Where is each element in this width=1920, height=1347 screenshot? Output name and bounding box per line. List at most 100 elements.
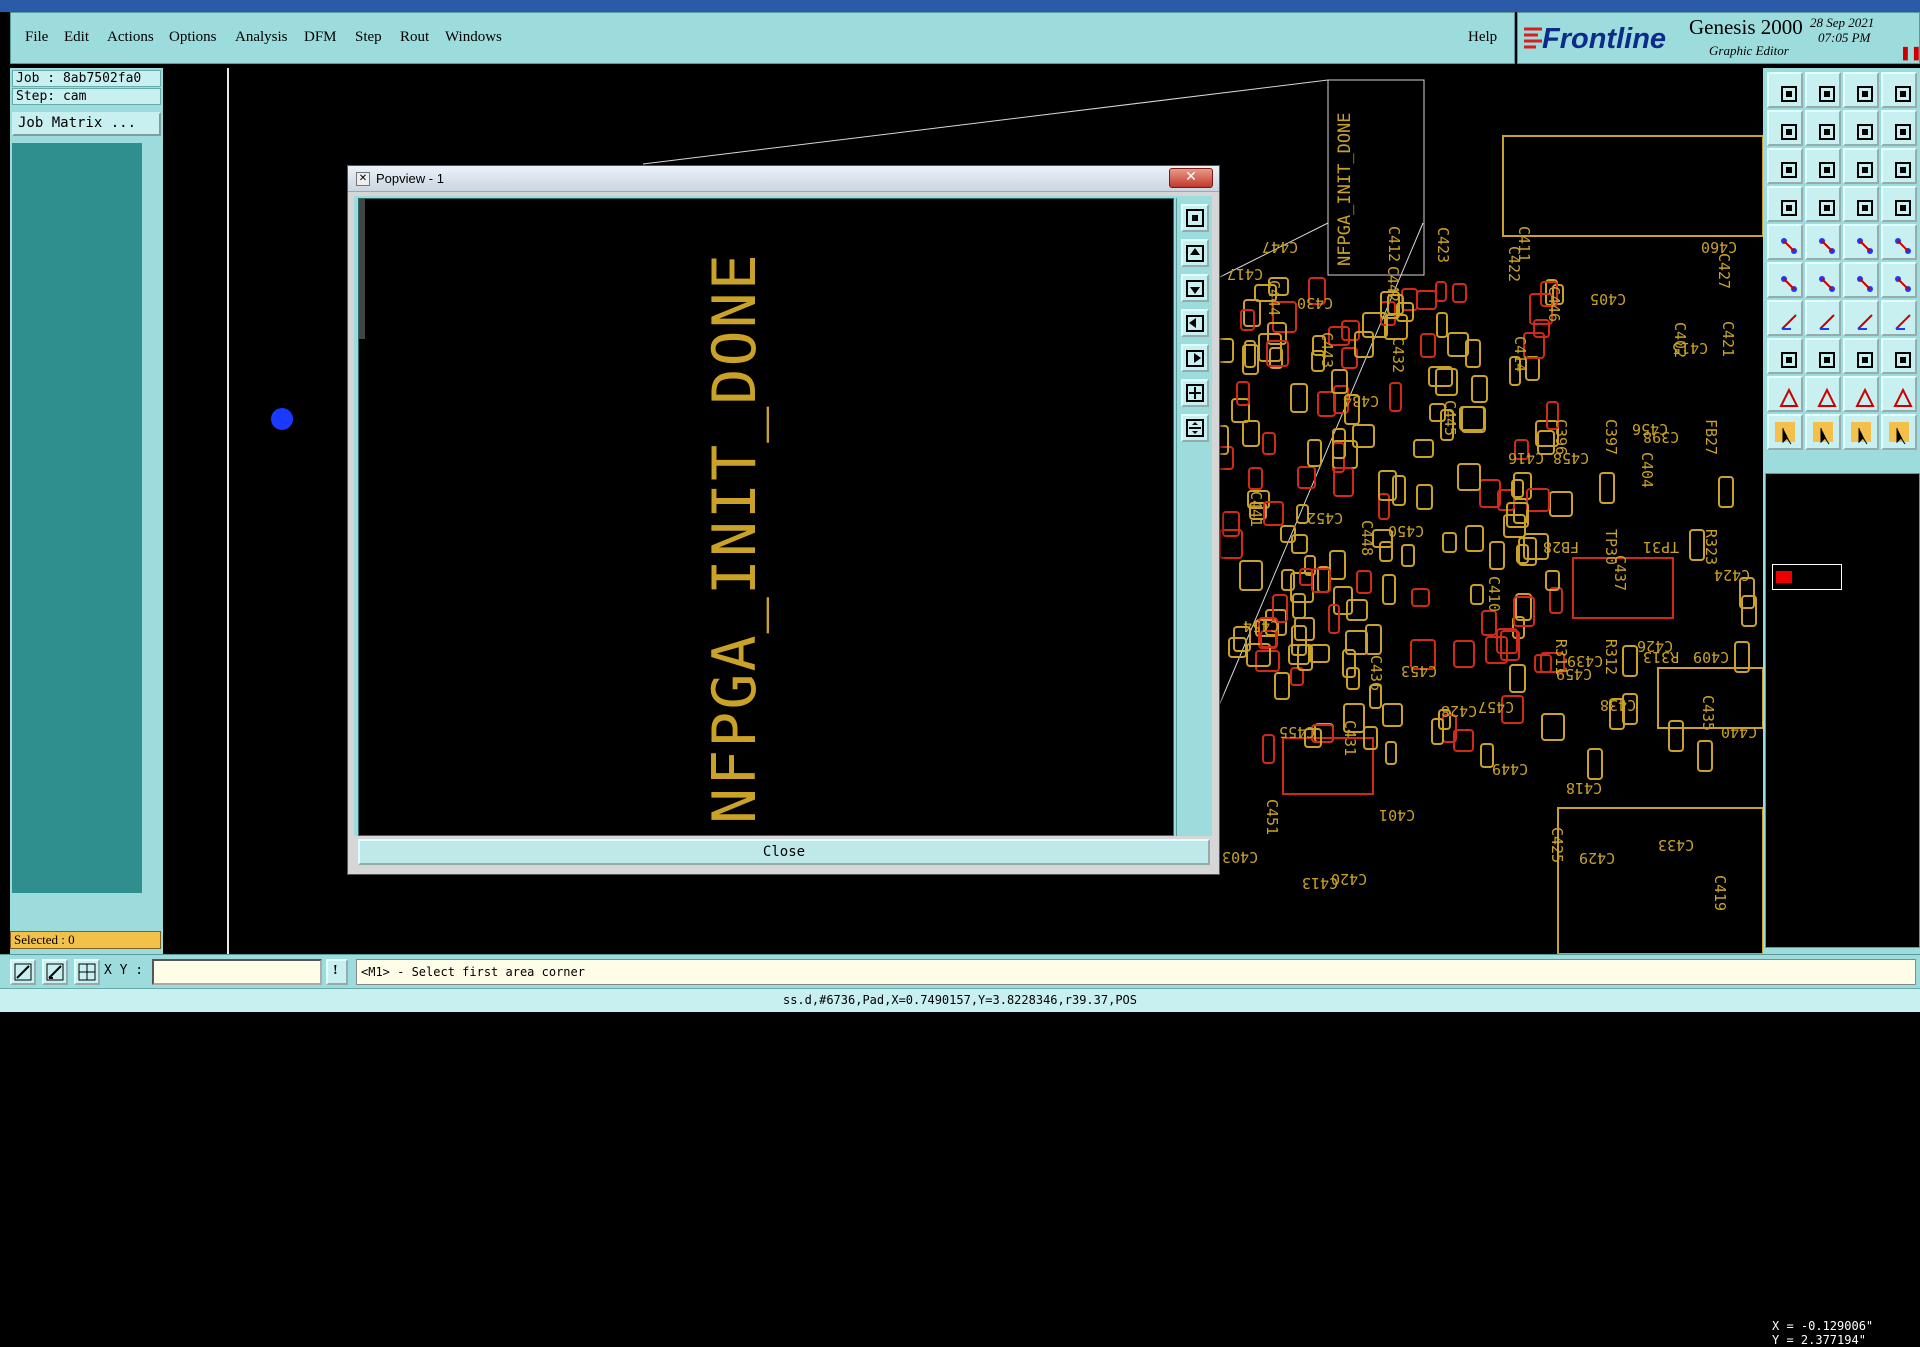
component-label: C460 [1701, 238, 1738, 256]
menu-analysis[interactable]: Analysis [235, 29, 288, 46]
text-tool-button[interactable] [1881, 300, 1917, 336]
component-label: C424 [1714, 566, 1751, 584]
overview-window[interactable]: X = -0.129006" Y = 2.377194" [1765, 473, 1920, 1347]
job-label: Job : 8ab7502fa0 [12, 70, 161, 87]
align-tool-button[interactable] [1843, 338, 1879, 374]
connect-icon [1851, 270, 1873, 292]
open-tool-button[interactable] [1767, 72, 1803, 108]
popview-pan-right-button[interactable] [1181, 344, 1209, 372]
copy-tool-button[interactable] [1843, 110, 1879, 146]
grid-icon [78, 963, 96, 981]
layer-list [12, 143, 142, 893]
bottom-toolbar: X Y : ! <M1> - Select first area corner [0, 954, 1920, 988]
import-tool-button[interactable] [1767, 110, 1803, 146]
job-matrix-button[interactable]: Job Matrix ... [12, 112, 161, 136]
net-tool-button[interactable] [1881, 338, 1917, 374]
arrow-up-icon [1186, 245, 1204, 262]
info-icon: ! [333, 963, 338, 978]
component-label: C444 [1265, 279, 1284, 317]
pad-icon [1775, 232, 1797, 254]
popview-zoom-fit-button[interactable] [1181, 204, 1209, 232]
menu-help[interactable]: Help [1468, 29, 1497, 46]
menu-bar: File Edit Actions Options Analysis DFM S… [10, 12, 1515, 64]
component-label: C427 [1715, 252, 1734, 290]
popview-zoom-out-button[interactable] [1181, 414, 1209, 442]
pad-tool-button[interactable] [1767, 224, 1803, 260]
popview-close-icon[interactable]: ✕ [1169, 168, 1213, 188]
layer-tool-button[interactable] [1881, 186, 1917, 222]
menu-file[interactable]: File [25, 29, 48, 46]
edit-tool-button[interactable] [1767, 186, 1803, 222]
popview-window: ✕ Popview - 1 ✕ NFPGA_INIT_DONE Close [347, 165, 1220, 875]
save-tool-button[interactable] [1805, 72, 1841, 108]
popview-close-button[interactable]: Close [358, 839, 1210, 865]
component-label: R312 [1602, 638, 1621, 676]
brand-area: Frontline Genesis 2000 Graphic Editor 28… [1517, 12, 1920, 64]
pin-tool-button[interactable] [1767, 338, 1803, 374]
canvas-net-label: NFPGA_INIT_DONE [1335, 112, 1355, 266]
popview-pan-left-button[interactable] [1181, 309, 1209, 337]
route-icon [1813, 232, 1835, 254]
menu-actions[interactable]: Actions [107, 29, 154, 46]
move-icon [1775, 156, 1797, 178]
overview-viewport-box [1772, 564, 1842, 590]
line-tool-button[interactable] [1843, 224, 1879, 260]
component-label: C456 [1632, 420, 1669, 438]
menu-edit[interactable]: Edit [64, 29, 89, 46]
info-button[interactable]: ! [326, 959, 348, 985]
pointer-3-tool-button[interactable] [1843, 414, 1879, 450]
split-tool-button[interactable] [1881, 262, 1917, 298]
component-label: C397 [1602, 418, 1621, 456]
scale-tool-button[interactable] [1843, 148, 1879, 184]
pointer-2-tool-button[interactable] [1805, 414, 1841, 450]
popview-pan-up-button[interactable] [1181, 239, 1209, 267]
export-tool-button[interactable] [1805, 110, 1841, 146]
component-label: C418 [1566, 779, 1603, 797]
pointer-4-tool-button[interactable] [1881, 414, 1917, 450]
component-label: C421 [1719, 320, 1738, 358]
component-label: C458 [1553, 449, 1590, 467]
grid-tool-button[interactable] [1805, 186, 1841, 222]
help-tool-button[interactable] [1881, 148, 1917, 184]
triangle-2-tool-button[interactable] [1805, 376, 1841, 412]
popview-titlebar[interactable]: ✕ Popview - 1 ✕ [348, 166, 1219, 192]
menu-dfm[interactable]: DFM [304, 29, 337, 46]
popview-canvas[interactable]: NFPGA_INIT_DONE [358, 198, 1174, 836]
triangle-4-tool-button[interactable] [1881, 376, 1917, 412]
snap-tool-button[interactable] [1843, 186, 1879, 222]
close-tool-button[interactable] [1881, 72, 1917, 108]
measure-button[interactable] [42, 959, 68, 985]
popview-zoom-in-button[interactable] [1181, 379, 1209, 407]
align-icon [1851, 346, 1873, 368]
connect-tool-button[interactable] [1843, 262, 1879, 298]
route-tool-button[interactable] [1805, 224, 1841, 260]
arrow-left-icon [1186, 315, 1204, 332]
time-display: 07:05 PM [1818, 30, 1871, 45]
measure-tool-button[interactable] [1805, 338, 1841, 374]
move-tool-button[interactable] [1767, 148, 1803, 184]
snap-button[interactable] [10, 959, 36, 985]
menu-step[interactable]: Step [355, 29, 382, 46]
delete-tool-button[interactable] [1805, 262, 1841, 298]
menu-rout[interactable]: Rout [400, 29, 429, 46]
resize-tool-button[interactable] [1805, 148, 1841, 184]
component-label: C452 [1307, 509, 1344, 527]
arc-tool-button[interactable] [1843, 300, 1879, 336]
home-tool-button[interactable] [1843, 72, 1879, 108]
pointer-tool-button[interactable] [1767, 414, 1803, 450]
triangle-3-tool-button[interactable] [1843, 376, 1879, 412]
component-label: C443 [1318, 331, 1337, 369]
popview-pan-down-button[interactable] [1181, 274, 1209, 302]
line-draw-tool-button[interactable] [1805, 300, 1841, 336]
import-icon [1775, 118, 1797, 140]
menu-windows[interactable]: Windows [445, 29, 502, 46]
component-label: C404 [1638, 451, 1657, 489]
grid-button[interactable] [74, 959, 100, 985]
print-tool-button[interactable] [1881, 110, 1917, 146]
angle-tool-button[interactable] [1767, 300, 1803, 336]
select-tool-button[interactable] [1767, 262, 1803, 298]
circle-tool-button[interactable] [1881, 224, 1917, 260]
xy-input[interactable] [152, 959, 322, 985]
menu-options[interactable]: Options [169, 29, 217, 46]
triangle-tool-button[interactable] [1767, 376, 1803, 412]
